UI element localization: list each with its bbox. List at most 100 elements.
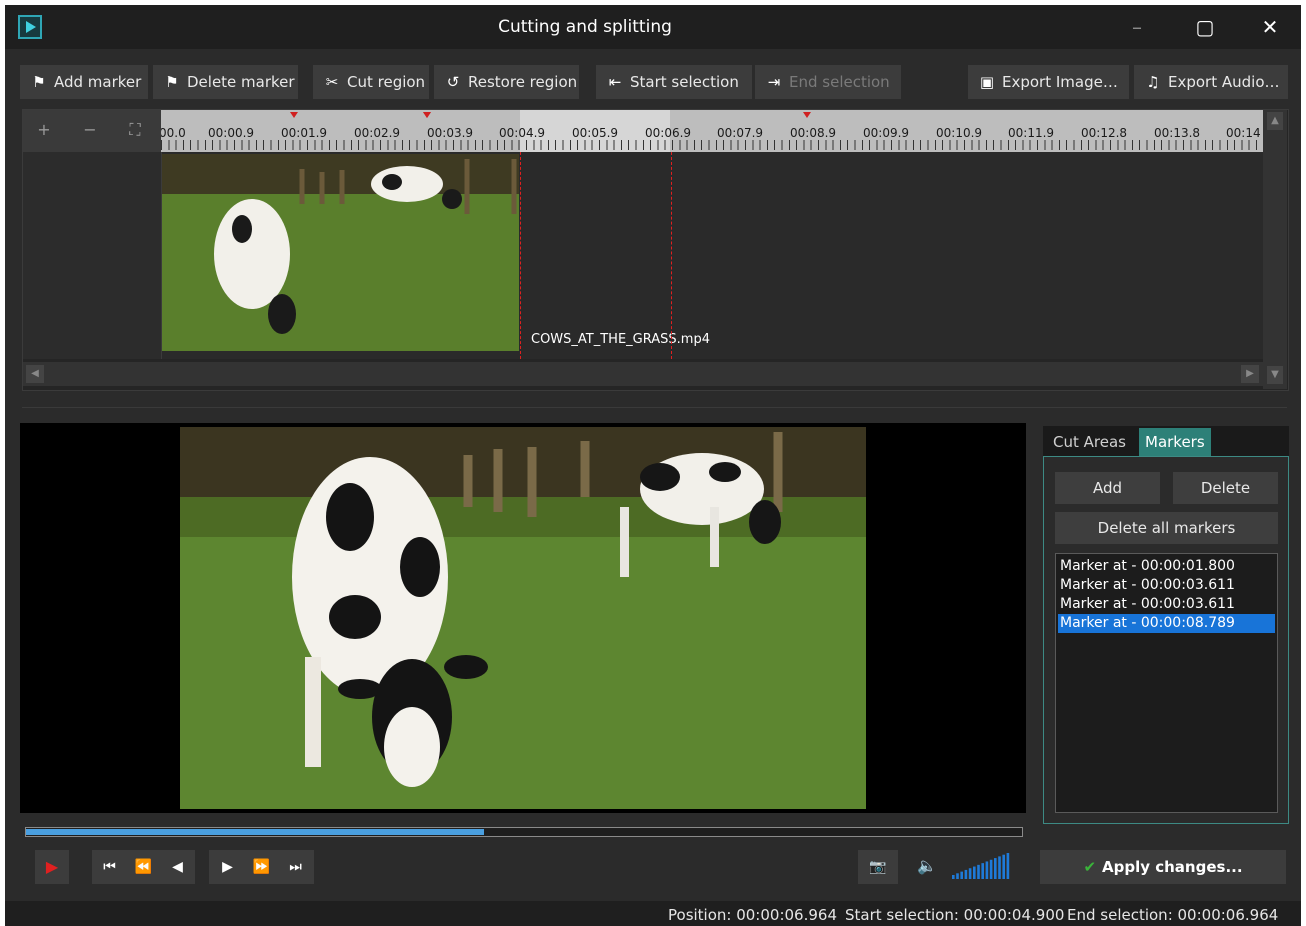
time-ruler[interactable]: 00.0 00:00.9 00:01.9 00:02.9 00:03.9 00:… xyxy=(161,110,1263,152)
tick-label: 00:08.9 xyxy=(790,126,837,140)
play-button[interactable]: ▶ xyxy=(35,850,69,884)
seek-controls: ⏮ ⏪ ◀ xyxy=(92,850,195,884)
volume-bar xyxy=(952,875,955,879)
list-item[interactable]: Marker at - 00:00:03.611 xyxy=(1058,595,1275,614)
volume-bar xyxy=(1006,853,1010,879)
horizontal-scrollbar[interactable]: ◀ ▶ xyxy=(23,362,1263,386)
tick-label: 00:03.9 xyxy=(427,126,474,140)
video-frame xyxy=(180,427,866,809)
volume-slider[interactable] xyxy=(950,853,1012,881)
timeline[interactable]: + − ⛶ 00.0 00:00.9 00:01.9 00:02.9 00:03… xyxy=(22,109,1289,391)
rewind-icon[interactable]: ⏪ xyxy=(127,850,161,884)
status-bar: Position: 00:00:06.964 Start selection: … xyxy=(5,901,1301,926)
list-item[interactable]: Marker at - 00:00:01.800 xyxy=(1058,557,1275,576)
tick-label: 00:12.8 xyxy=(1081,126,1128,140)
tick-label: 00:14 xyxy=(1226,126,1261,140)
scroll-down-icon[interactable]: ▼ xyxy=(1267,366,1283,384)
tick-label: 00:04.9 xyxy=(499,126,546,140)
markers-list[interactable]: Marker at - 00:00:01.800 Marker at - 00:… xyxy=(1055,553,1278,813)
tab-cut-areas[interactable]: Cut Areas xyxy=(1047,428,1132,456)
end-selection-icon: ⇥ xyxy=(767,73,781,91)
restore-region-button[interactable]: ↺ Restore region xyxy=(434,65,579,99)
section-divider xyxy=(22,407,1287,408)
export-image-button[interactable]: ▣ Export Image… xyxy=(968,65,1129,99)
add-marker-panel-button[interactable]: Add xyxy=(1055,472,1160,504)
volume-bar xyxy=(964,869,968,879)
toolbar: ⚑ Add marker ⚑ Delete marker ✂ Cut region ↺… xyxy=(5,65,1301,101)
checkmark-icon: ✔ xyxy=(1083,858,1097,876)
export-audio-button[interactable]: ♫ Export Audio… xyxy=(1134,65,1288,99)
zoom-fit-icon[interactable]: ⛶ xyxy=(120,120,150,140)
delete-all-markers-button[interactable]: Delete all markers xyxy=(1055,512,1278,544)
scroll-left-icon[interactable]: ◀ xyxy=(26,365,44,383)
start-selection-icon: ⇤ xyxy=(608,73,622,91)
list-item[interactable]: Marker at - 00:00:03.611 xyxy=(1058,576,1275,595)
close-button[interactable]: ✕ xyxy=(1250,11,1290,43)
volume-bar xyxy=(981,863,984,879)
scroll-right-icon[interactable]: ▶ xyxy=(1241,365,1259,383)
fast-forward-icon[interactable]: ⏩ xyxy=(245,850,279,884)
delete-marker-button[interactable]: ⚑ Delete marker xyxy=(153,65,298,99)
camera-icon: 📷 xyxy=(869,859,887,875)
cut-region-button[interactable]: ✂ Cut region xyxy=(313,65,429,99)
tick-label: 00.0 xyxy=(161,126,186,140)
window-title: Cutting and splitting xyxy=(498,17,672,37)
scissors-icon: ✂ xyxy=(325,73,339,91)
volume-bar xyxy=(973,866,976,879)
marker-pin[interactable] xyxy=(803,112,811,118)
tick-label: 00:02.9 xyxy=(354,126,401,140)
position-readout: Position: 00:00:06.964 xyxy=(668,906,837,924)
progress-fill xyxy=(26,829,485,835)
tick-label: 00:13.8 xyxy=(1154,126,1201,140)
clip-name: COWS_AT_THE_GRASS.mp4 xyxy=(531,332,710,347)
export-audio-icon: ♫ xyxy=(1146,73,1160,91)
video-preview[interactable] xyxy=(20,423,1026,813)
volume-bar xyxy=(968,868,972,879)
selection-end-line xyxy=(671,152,672,359)
timeline-zoom-controls: + − ⛶ xyxy=(23,110,161,152)
panel-tabs: Cut Areas Markers xyxy=(1043,426,1289,456)
speaker-icon[interactable]: 🔈 xyxy=(917,856,937,875)
marker-pin[interactable] xyxy=(423,112,431,118)
video-track[interactable]: COWS_AT_THE_GRASS.mp4 xyxy=(162,152,1263,359)
step-forward-icon[interactable]: ▶ xyxy=(211,850,245,884)
title-bar: Cutting and splitting – ▢ ✕ xyxy=(5,5,1301,49)
cutting-window: Cutting and splitting – ▢ ✕ ⚑ Add marker … xyxy=(5,5,1301,926)
go-to-end-icon[interactable]: ⏭ xyxy=(279,850,313,884)
tab-markers[interactable]: Markers xyxy=(1139,428,1211,456)
playback-progress-bar[interactable] xyxy=(25,827,1023,837)
volume-bar xyxy=(1002,854,1005,879)
zoom-out-icon[interactable]: − xyxy=(75,120,105,139)
undo-icon: ↺ xyxy=(446,73,460,91)
delete-marker-panel-button[interactable]: Delete xyxy=(1173,472,1278,504)
volume-bar xyxy=(985,861,989,879)
play-icon: ▶ xyxy=(45,857,59,876)
step-back-icon[interactable]: ◀ xyxy=(161,850,195,884)
volume-bar xyxy=(960,871,963,879)
minimize-button[interactable]: – xyxy=(1117,11,1157,43)
volume-bar xyxy=(998,856,1001,879)
go-to-start-icon[interactable]: ⏮ xyxy=(93,850,127,884)
list-item-selected[interactable]: Marker at - 00:00:08.789 xyxy=(1058,614,1275,633)
zoom-in-icon[interactable]: + xyxy=(29,120,59,139)
tick-label: 00:05.9 xyxy=(572,126,619,140)
end-selection-button[interactable]: ⇥ End selection xyxy=(755,65,901,99)
snapshot-button[interactable]: 📷 xyxy=(858,850,898,884)
end-selection-readout: End selection: 00:00:06.964 xyxy=(1067,906,1279,924)
tick-label: 00:06.9 xyxy=(645,126,692,140)
markers-tab-content: Add Delete Delete all markers Marker at … xyxy=(1043,456,1289,824)
add-marker-button[interactable]: ⚑ Add marker xyxy=(20,65,148,99)
scroll-up-icon[interactable]: ▲ xyxy=(1267,112,1283,130)
selection-start-line xyxy=(520,152,521,359)
volume-bar xyxy=(989,859,993,879)
tick-label: 00:07.9 xyxy=(717,126,764,140)
tick-label: 00:11.9 xyxy=(1008,126,1055,140)
flag-icon: ⚑ xyxy=(32,73,46,91)
apply-changes-button[interactable]: ✔ Apply changes... xyxy=(1040,850,1286,884)
start-selection-button[interactable]: ⇤ Start selection xyxy=(596,65,752,99)
marker-pin[interactable] xyxy=(290,112,298,118)
tick-label: 00:10.9 xyxy=(936,126,983,140)
vertical-scrollbar[interactable]: ▲ ▼ xyxy=(1263,110,1287,389)
maximize-button[interactable]: ▢ xyxy=(1185,11,1225,43)
volume-bar xyxy=(994,858,997,879)
